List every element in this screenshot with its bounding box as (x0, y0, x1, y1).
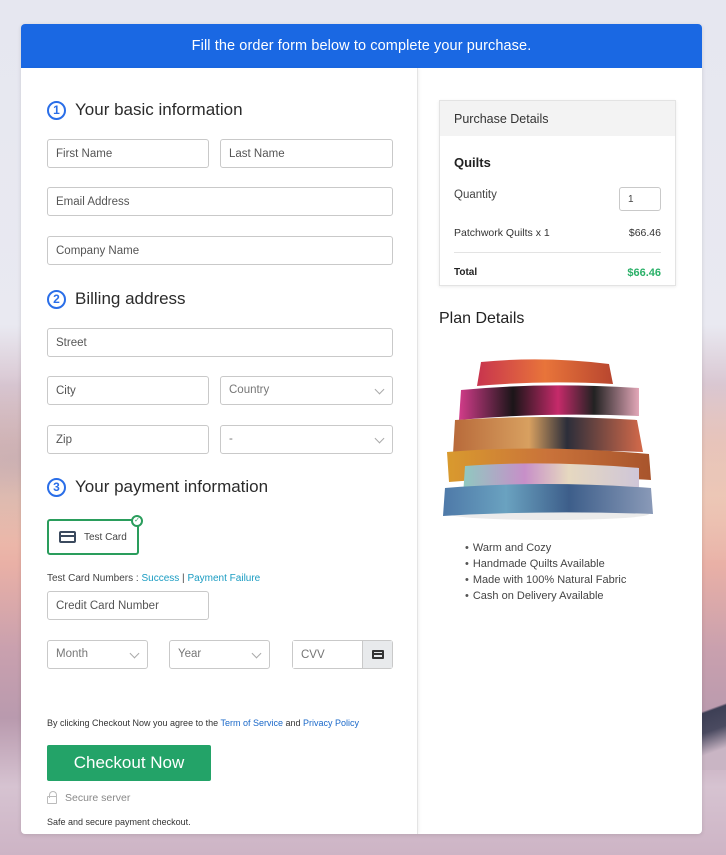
checkmark-icon: ✓ (131, 515, 143, 527)
section-title: Your payment information (75, 477, 269, 496)
chevron-down-icon (129, 648, 140, 659)
section-basic-info: 1 Your basic information (47, 100, 243, 120)
cvv-help-button[interactable] (362, 641, 392, 668)
first-name-input[interactable] (47, 139, 209, 168)
terms-prefix: By clicking Checkout Now you agree to th… (47, 718, 221, 728)
secure-server-label: Secure server (65, 792, 131, 804)
section-title: Your basic information (75, 100, 243, 119)
summary-panel: Purchase Details Quilts Quantity Patchwo… (419, 68, 702, 834)
last-name-input[interactable] (220, 139, 393, 168)
line-item-price: $66.46 (628, 227, 661, 239)
credit-card-icon (59, 531, 76, 543)
test-card-numbers: Test Card Numbers : Success | Payment Fa… (47, 573, 260, 584)
step-number-icon: 3 (47, 477, 66, 497)
purchase-details-header: Purchase Details (440, 101, 675, 136)
year-select[interactable]: Year (169, 640, 270, 669)
test-card-option[interactable]: Test Card ✓ (47, 515, 143, 555)
feature-item: Cash on Delivery Available (465, 588, 626, 604)
banner: Fill the order form below to complete yo… (21, 24, 702, 68)
plan-details-title: Plan Details (439, 310, 525, 327)
city-input[interactable] (47, 376, 209, 405)
email-input[interactable] (47, 187, 393, 216)
credit-card-icon (371, 650, 384, 659)
total-label: Total (454, 267, 478, 278)
month-select[interactable]: Month (47, 640, 148, 669)
privacy-policy-link[interactable]: Privacy Policy (303, 718, 359, 728)
test-numbers-label: Test Card Numbers : (47, 573, 142, 584)
state-select[interactable]: - (220, 425, 393, 454)
year-select-value: Year (178, 648, 202, 660)
step-number-icon: 1 (47, 100, 66, 120)
zip-input[interactable] (47, 425, 209, 454)
divider (454, 252, 661, 253)
test-card-label: Test Card (84, 531, 127, 543)
company-name-input[interactable] (47, 236, 393, 265)
quantity-input[interactable] (619, 187, 661, 211)
form-panel: 1 Your basic information 2 Billing addre… (21, 68, 418, 834)
quilt-stack-image (443, 359, 653, 520)
credit-card-number-input[interactable] (47, 591, 209, 620)
lock-icon (47, 791, 57, 804)
order-form-card: Fill the order form below to complete yo… (21, 24, 702, 834)
secure-server-note: Secure server (47, 791, 131, 804)
feature-item: Handmade Quilts Available (465, 556, 626, 572)
section-payment-info: 3 Your payment information (47, 477, 268, 497)
chevron-down-icon (251, 648, 262, 659)
terms-and: and (282, 718, 303, 728)
quantity-label: Quantity (454, 189, 497, 201)
feature-item: Warm and Cozy (465, 540, 626, 556)
chevron-down-icon (374, 433, 385, 444)
purchase-details-box: Purchase Details Quilts Quantity Patchwo… (439, 100, 676, 286)
country-select-value: Country (229, 384, 270, 396)
country-select[interactable]: Country (220, 376, 393, 405)
product-name: Quilts (454, 155, 491, 170)
plan-features-list: Warm and Cozy Handmade Quilts Available … (465, 540, 626, 604)
street-input[interactable] (47, 328, 393, 357)
feature-item: Made with 100% Natural Fabric (465, 572, 626, 588)
terms-of-service-link[interactable]: Term of Service (220, 718, 283, 728)
line-item-row: Patchwork Quilts x 1 $66.46 (454, 227, 661, 239)
checkout-now-button[interactable]: Checkout Now (47, 745, 211, 781)
section-title: Billing address (75, 289, 186, 308)
step-number-icon: 2 (47, 289, 66, 309)
month-select-value: Month (56, 648, 88, 660)
success-link[interactable]: Success (141, 573, 179, 584)
line-item-name: Patchwork Quilts x 1 (454, 227, 550, 239)
total-row: Total $66.46 (454, 267, 661, 279)
total-amount: $66.46 (627, 267, 661, 279)
cvv-group (292, 640, 393, 669)
safe-checkout-note: Safe and secure payment checkout. (47, 817, 191, 827)
chevron-down-icon (374, 384, 385, 395)
state-select-value: - (229, 433, 233, 445)
cvv-input[interactable] (293, 641, 361, 668)
terms-notice: By clicking Checkout Now you agree to th… (47, 718, 359, 728)
payment-failure-link[interactable]: Payment Failure (187, 573, 260, 584)
section-billing-address: 2 Billing address (47, 289, 186, 309)
